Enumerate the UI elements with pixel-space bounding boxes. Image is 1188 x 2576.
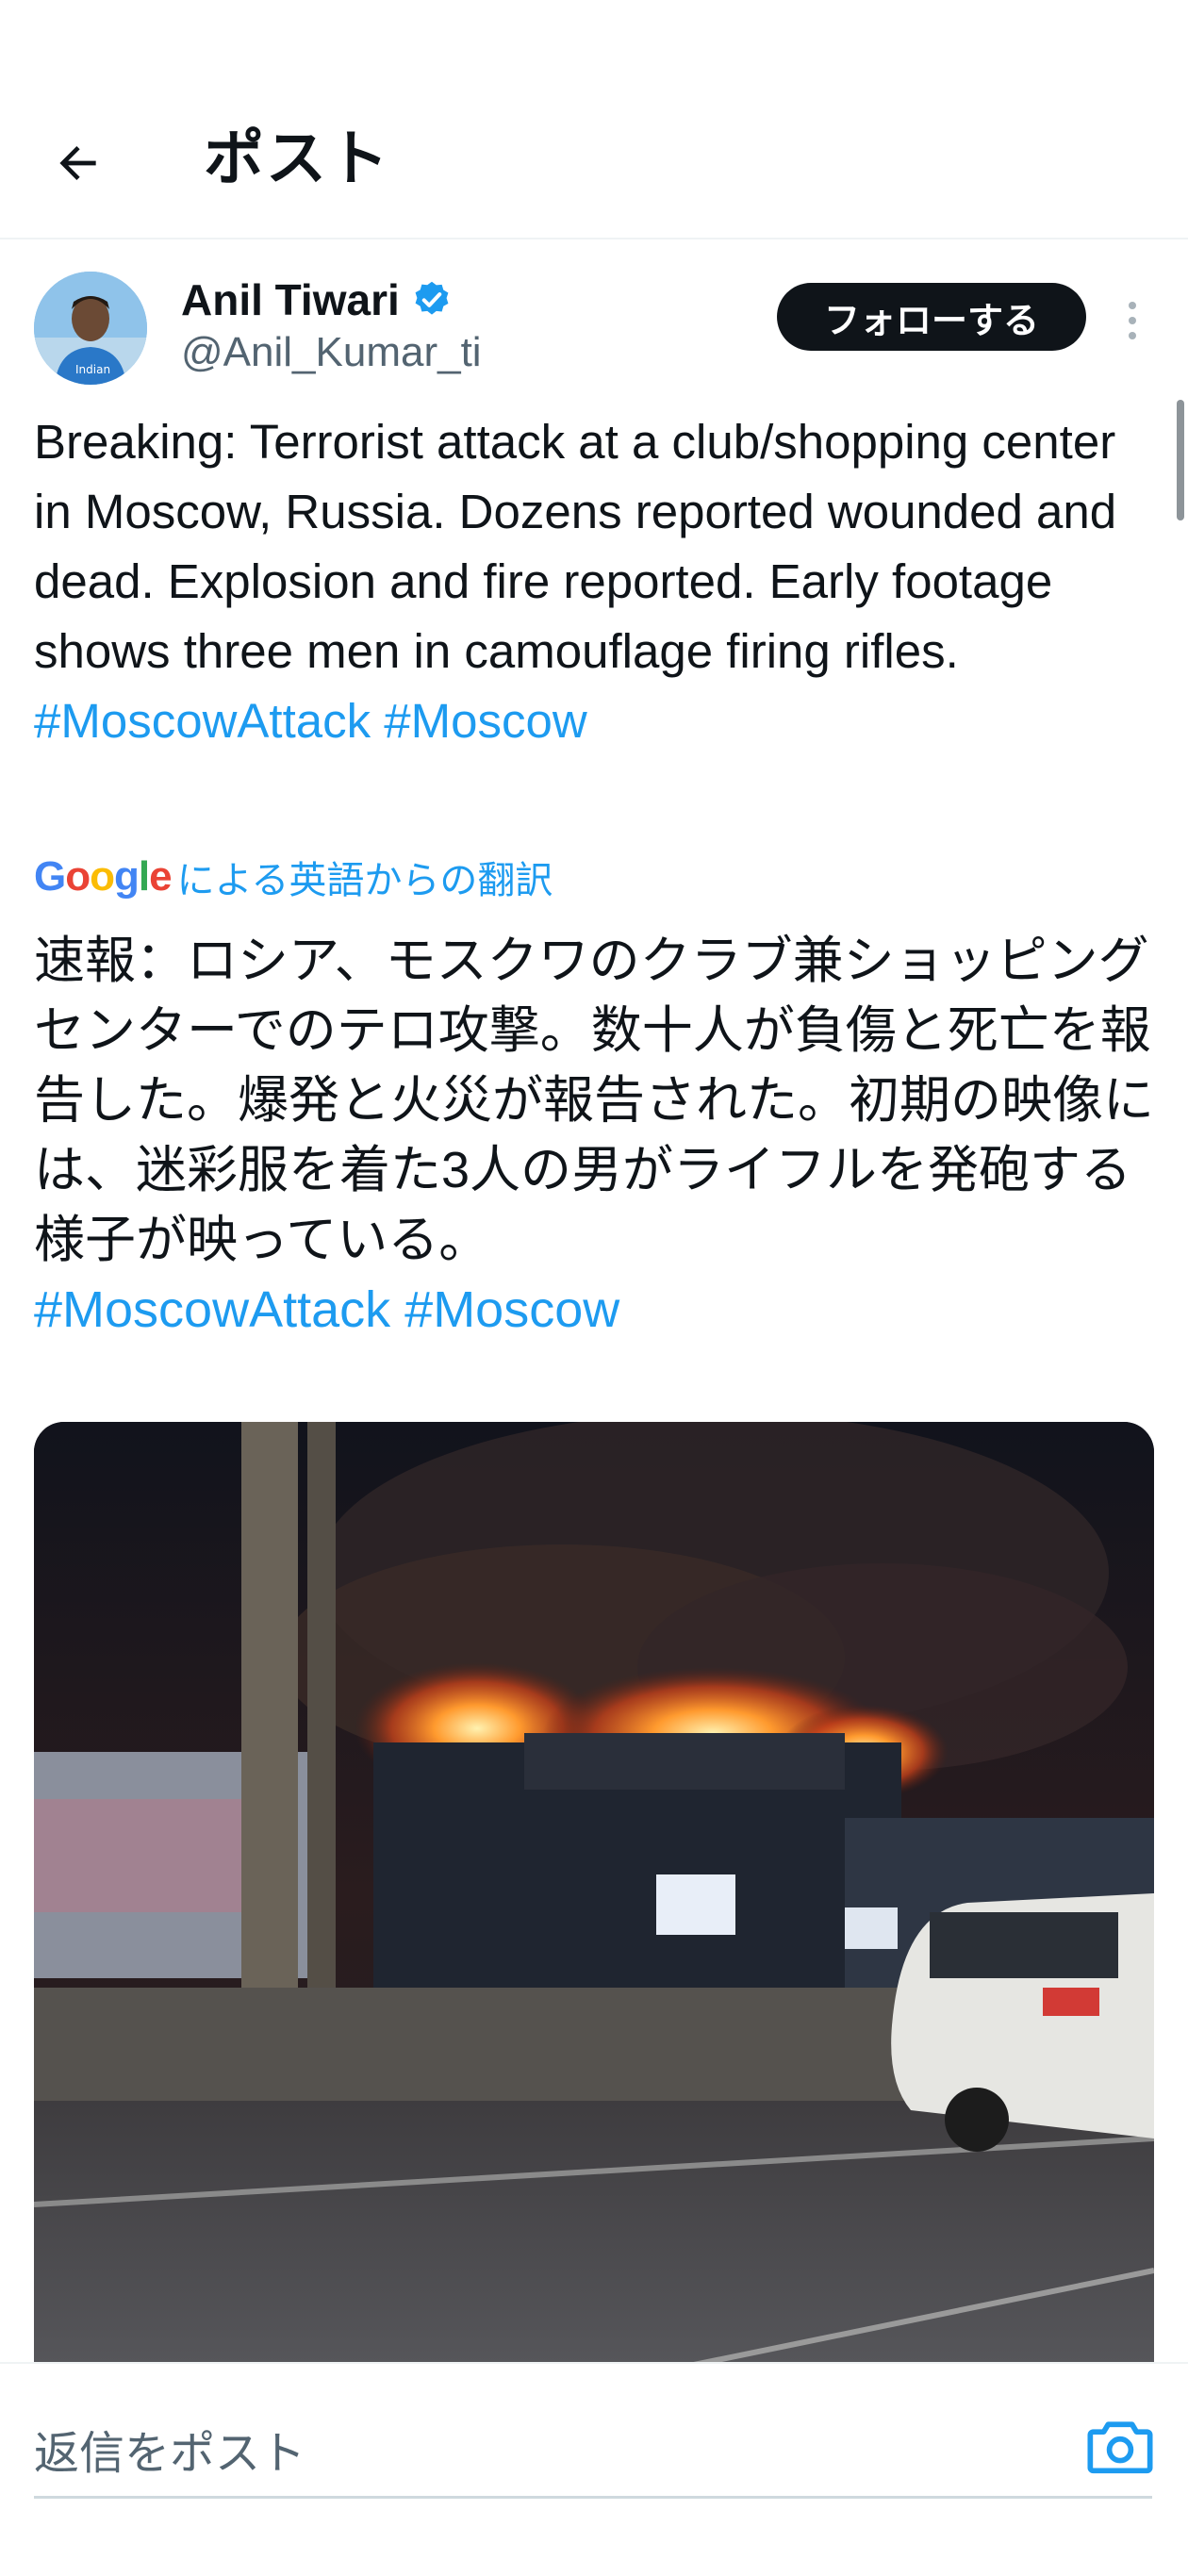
reply-input[interactable]: 返信をポスト [34,2402,1152,2499]
svg-text:Indian: Indian [75,363,110,376]
reply-bar: 返信をポスト [0,2362,1188,2576]
verified-badge-icon [415,281,449,315]
avatar-image: Indian [34,272,147,385]
translation-attribution[interactable]: Google による英語からの翻訳 [34,849,553,905]
top-app-bar: ポスト [0,0,1188,239]
author-name[interactable]: Anil Tiwari [181,273,453,326]
more-options-button[interactable] [1111,292,1154,349]
arrow-left-icon [59,146,96,180]
tweet-text: Breaking: Terrorist attack at a club/sho… [34,407,1147,756]
author-row: Indian Anil Tiwari @Anil_Kumar_ti フォローする [0,264,1188,396]
translation-label: による英語からの翻訳 [176,860,553,901]
scrollbar-thumb[interactable] [1177,400,1184,520]
tweet-body: Breaking: Terrorist attack at a club/sho… [34,415,1117,678]
author-handle[interactable]: @Anil_Kumar_ti [181,326,482,379]
avatar[interactable]: Indian [34,272,147,385]
more-dot [1129,332,1136,339]
hashtag-link[interactable]: #Moscow [384,694,586,748]
more-vertical-icon [1129,302,1136,309]
follow-button[interactable]: フォローする [777,283,1086,351]
more-dot [1129,317,1136,324]
author-name-text: Anil Tiwari [181,275,400,324]
hashtag-link[interactable]: #MoscowAttack [34,1281,390,1338]
hashtag-link[interactable]: #Moscow [404,1281,619,1338]
translated-body: 速報：ロシア、モスクワのクラブ兼ショッピングセンターでのテロ攻撃。数十人が負傷と… [34,933,1154,1268]
google-logo: Google [34,853,173,900]
photo-building-fire [34,1422,1154,2365]
camera-icon[interactable] [1084,2411,1156,2483]
translated-text: 速報：ロシア、モスクワのクラブ兼ショッピングセンターでのテロ攻撃。数十人が負傷と… [34,926,1156,1345]
page-title: ポスト [204,124,390,192]
tweet-media-photo[interactable] [34,1422,1154,2365]
back-button[interactable] [38,123,119,204]
hashtag-link[interactable]: #MoscowAttack [34,694,371,748]
